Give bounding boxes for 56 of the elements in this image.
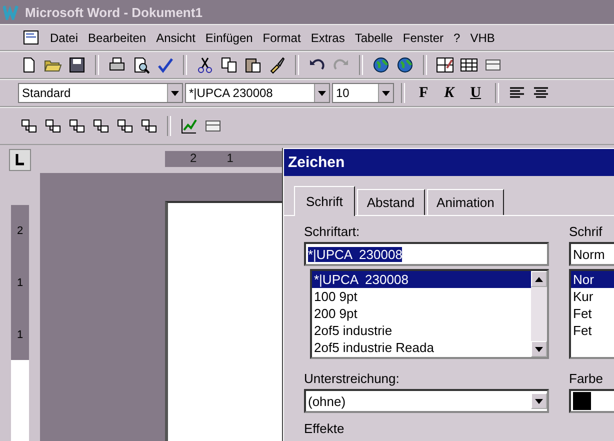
dropdown-arrow-icon[interactable] [382,90,390,96]
ruler-number: 1 [16,329,24,341]
dropdown-arrow-icon[interactable] [318,90,326,96]
scroll-up-icon[interactable] [535,276,543,282]
list-item[interactable]: *|UPCA 230008 [312,271,531,288]
underline-dropdown[interactable]: (ohne) [304,389,549,413]
window-title: Microsoft Word - Dokument1 [25,4,202,20]
field-label: Schrif [569,224,604,239]
tab[interactable]: Abstand [356,189,425,215]
bold-button[interactable]: F [412,84,436,102]
menu-item[interactable]: Tabelle [354,30,393,44]
ruler-number: 1 [16,277,24,289]
tab-stop-icon[interactable] [9,149,31,171]
list-item[interactable]: 100 9pt [312,288,531,305]
font-input-field[interactable]: *|UPCA 230008 [304,242,549,266]
scrollbar[interactable] [531,271,547,357]
dropdown-arrow-icon[interactable] [535,398,543,404]
font-list[interactable]: *|UPCA 230008 100 9pt 200 9pt 2of5 industrie 2of5 industrie Reada [310,269,549,359]
list-item[interactable]: 200 9pt [312,305,531,322]
menu-item[interactable]: Fenster [402,30,444,44]
menu-item[interactable]: ? [454,30,460,44]
dropdown-arrow-icon[interactable] [535,346,543,352]
document-icon[interactable] [22,30,40,46]
section-label: Effekte [304,421,344,436]
font-dropdown[interactable]: *|UPCA 230008 [185,83,330,103]
list-item[interactable]: Kur [571,288,614,305]
ruler-number: 1 [226,151,234,167]
ruler-number: 2 [16,225,24,237]
list-item[interactable]: Nor [571,271,614,288]
menu-item[interactable]: VHB [470,30,495,44]
tab[interactable]: Animation [426,189,504,215]
menu-item[interactable]: Bearbeiten [88,30,146,44]
italic-button[interactable]: K [437,84,462,102]
field-label: Unterstreichung: [304,371,400,386]
tab[interactable]: Schrift [294,186,355,216]
menu-item[interactable]: Datei [50,30,78,44]
color-dropdown[interactable] [569,389,614,413]
dialog-title: Zeichen [284,149,614,176]
menu-item[interactable]: Ansicht [156,30,196,44]
menu-item[interactable]: Format [262,30,301,44]
field-label: Farbe [569,371,604,386]
menu-item[interactable]: Extras [310,30,345,44]
font-style-list[interactable]: Nor Kur Fet Fet [569,269,614,359]
font-size-dropdown[interactable]: 10 [332,83,394,103]
font-style-input-field[interactable]: Norm [569,242,614,266]
style-dropdown[interactable]: Standard [18,83,183,103]
list-item[interactable]: 2of5 industrie [312,322,531,339]
list-item[interactable]: Fet [571,322,614,339]
ruler-number: 2 [190,151,197,167]
underline-button[interactable]: U [463,84,488,102]
word-logo-icon [3,4,21,20]
field-label: Schriftart: [304,224,361,239]
list-item[interactable]: 2of5 industrie Reada [312,339,531,356]
list-item[interactable]: Fet [571,305,614,322]
menu-item[interactable]: Einfügen [205,30,253,44]
dropdown-arrow-icon[interactable] [171,90,179,96]
